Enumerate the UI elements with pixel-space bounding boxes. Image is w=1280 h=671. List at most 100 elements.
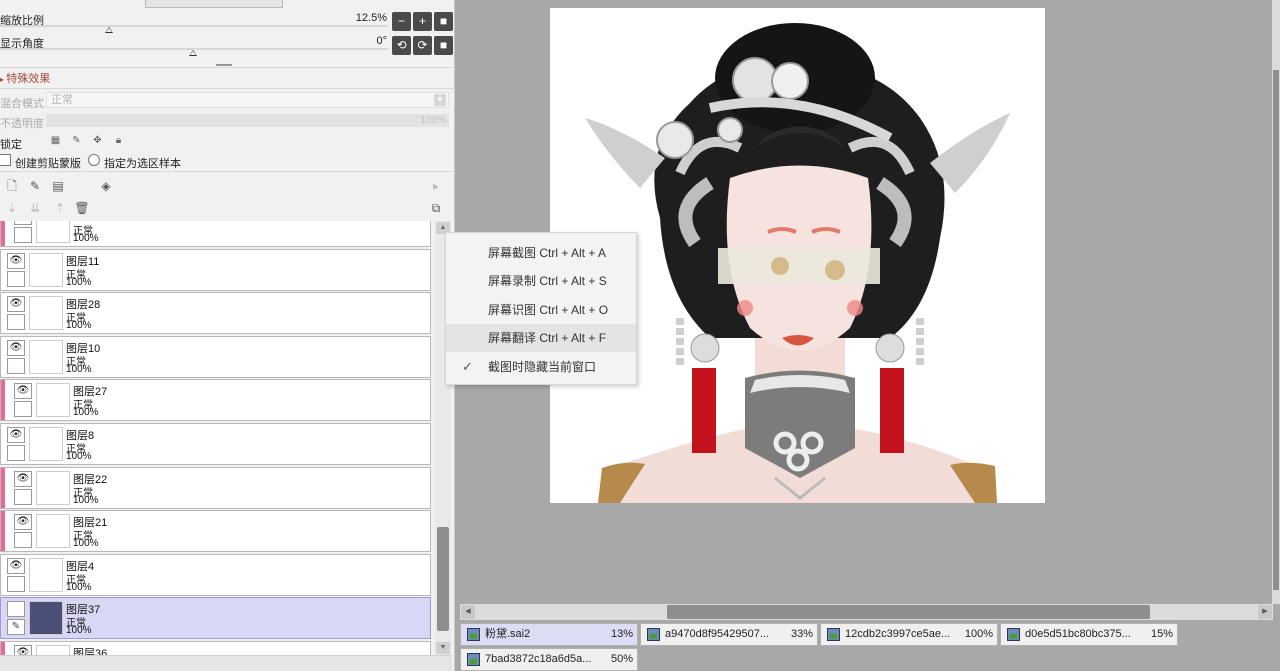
lock-all-icon[interactable]: 🔒︎ [111,133,126,148]
left-panel: 缩放比例 12.5% − + ■ 显示角度 0° ⟲ ⟳ ■ ▸ 特殊效果 混合… [0,0,455,671]
pen-icon[interactable] [7,314,25,331]
layer-row[interactable]: 👁︎ 图层28 正常 100% [0,292,431,335]
doc-tab[interactable]: 7bad3872c18a6d5a... 50% [460,648,638,671]
doc-tab-zoom: 15% [1150,628,1173,640]
eye-icon[interactable]: 👁︎ [14,383,32,400]
canvas-hscrollbar[interactable]: ◀ ▶ [460,604,1273,620]
rotate-cw-button[interactable]: ⟳ [413,36,432,55]
menu-item-screen-ocr[interactable]: 屏幕识图 Ctrl + Alt + O [446,296,636,324]
layer-name: 图层36 [73,648,108,655]
doc-tab[interactable]: 粉黛.sai2 13% [460,623,638,646]
layer-row[interactable]: ✎ 图层37 正常 100% [0,597,431,640]
canvas-hscroll-thumb[interactable] [667,605,1150,619]
layer-row[interactable]: 👁︎ 图层21 正常 100% [0,510,431,553]
eye-icon[interactable]: 👁︎ [14,470,32,487]
layer-row[interactable]: 👁︎ 图层36 [0,641,431,655]
doc-tab-zoom: 13% [610,628,633,640]
layer-menu-icon[interactable]: ▸ [428,178,444,194]
eye-icon[interactable]: 👁︎ [7,339,25,356]
angle-slider-handle[interactable] [189,50,197,56]
menu-item-hide-window[interactable]: ✓ 截图时隐藏当前窗口 [446,353,636,381]
eye-icon[interactable] [14,221,32,225]
layer-opacity: 100% [66,625,92,637]
scroll-left-arrow-icon[interactable]: ◀ [461,605,475,619]
scroll-right-arrow-icon[interactable]: ▶ [1258,605,1272,619]
eye-icon[interactable]: 👁︎ [7,296,25,313]
layer-row[interactable]: 👁︎ 图层4 正常 100% [0,553,431,596]
layer-row[interactable]: 👁︎ 图层11 正常 100% [0,248,431,291]
lock-label: 锁定 [0,139,22,151]
blend-mode-select[interactable]: 正常 ▼ [46,92,449,108]
layer-effect-icon[interactable]: ◈ [98,178,114,194]
layer-opacity: 100% [66,581,92,593]
selection-sample-radio[interactable] [88,154,100,166]
doc-tab[interactable]: d0e5d51bc80bc375... 15% [1000,623,1178,646]
layer-thumbnail [29,296,63,331]
doc-tab[interactable]: 12cdb2c3997ce5ae... 100% [820,623,998,646]
zoom-out-button[interactable]: − [392,12,411,31]
lock-transparency-icon[interactable]: ▦ [48,133,63,148]
layer-opacity: 100% [66,451,92,462]
pen-icon[interactable] [7,357,25,374]
layer-row[interactable]: 👁︎ 图层8 正常 100% [0,423,431,465]
pen-icon[interactable] [14,401,32,418]
lock-paint-icon[interactable]: ✎ [69,133,84,148]
pen-icon[interactable] [14,227,32,243]
zoom-in-button[interactable]: + [413,12,432,31]
zoom-reset-button[interactable]: ■ [434,12,453,31]
lock-icons: ▦ ✎ ✥ 🔒︎ [48,133,126,148]
rotate-ccw-button[interactable]: ⟲ [392,36,411,55]
pen-icon[interactable]: ✎ [7,619,25,636]
layer-thumbnail [29,557,63,592]
pen-icon[interactable] [7,575,25,592]
layer-options-icon[interactable]: ⧉ [428,200,444,216]
canvas-vscroll-thumb[interactable] [1273,70,1279,590]
document-tabs: 粉黛.sai2 13% a9470d8f95429507... 33% 12cd… [458,622,1280,671]
layer-row[interactable]: 正常 100% [0,221,431,247]
merge-down-icon[interactable]: ⇣ [4,200,20,216]
new-vector-layer-icon[interactable]: ✎ [27,178,43,194]
doc-tab[interactable]: a9470d8f95429507... 33% [640,623,818,646]
layer-thumbnail [36,514,70,549]
clear-layer-icon[interactable]: ⇡ [52,200,68,216]
menu-item-screen-record[interactable]: 屏幕录制 Ctrl + Alt + S [446,267,636,295]
eye-icon[interactable]: 👁︎ [14,514,32,531]
eye-icon[interactable]: 👁︎ [7,252,25,269]
divider [0,67,455,68]
panel-grip[interactable] [216,64,232,66]
pen-icon[interactable] [14,532,32,549]
clip-mask-checkbox[interactable] [0,154,11,166]
zoom-slider[interactable] [0,25,388,27]
canvas-vscrollbar[interactable] [1272,0,1280,604]
layer-row[interactable]: 👁︎ 图层27 正常 100% [0,379,431,422]
opacity-slider[interactable]: 100% [46,114,449,127]
trash-icon[interactable]: 🗑︎ [74,200,90,216]
pen-icon[interactable] [7,270,25,287]
new-layer-icon[interactable]: 🗋 [4,178,20,194]
layer-thumbnail [36,470,70,505]
menu-item-screenshot[interactable]: 屏幕截图 Ctrl + Alt + A [446,239,636,267]
eye-icon[interactable]: 👁︎ [14,645,32,655]
layer-color-tag [1,380,5,421]
effects-section-title[interactable]: ▸ 特殊效果 [0,70,50,86]
eye-icon[interactable] [7,601,25,618]
scroll-down-arrow-icon[interactable]: ▼ [436,642,450,654]
layer-opacity: 100% [73,233,99,244]
eye-icon[interactable]: 👁︎ [7,557,25,574]
new-folder-icon[interactable]: ▤ [50,178,66,194]
pen-icon[interactable] [14,488,32,505]
pen-icon[interactable] [7,445,25,461]
navigator-preview[interactable] [145,0,283,8]
layer-thumbnail [29,252,63,287]
rotate-reset-button[interactable]: ■ [434,36,453,55]
lock-move-icon[interactable]: ✥ [90,133,105,148]
layer-row[interactable]: 👁︎ 图层10 正常 100% [0,335,431,378]
transfer-down-icon[interactable]: ⇊ [27,200,43,216]
left-panel-hscrollbar[interactable] [0,655,452,671]
scrollbar-thumb[interactable] [437,527,449,631]
image-file-icon [647,628,660,641]
eye-icon[interactable]: 👁︎ [7,427,25,443]
opacity-label: 不透明度 [0,118,44,130]
layer-row[interactable]: 👁︎ 图层22 正常 100% [0,466,431,509]
menu-item-screen-translate[interactable]: 屏幕翻译 Ctrl + Alt + F [446,324,636,352]
